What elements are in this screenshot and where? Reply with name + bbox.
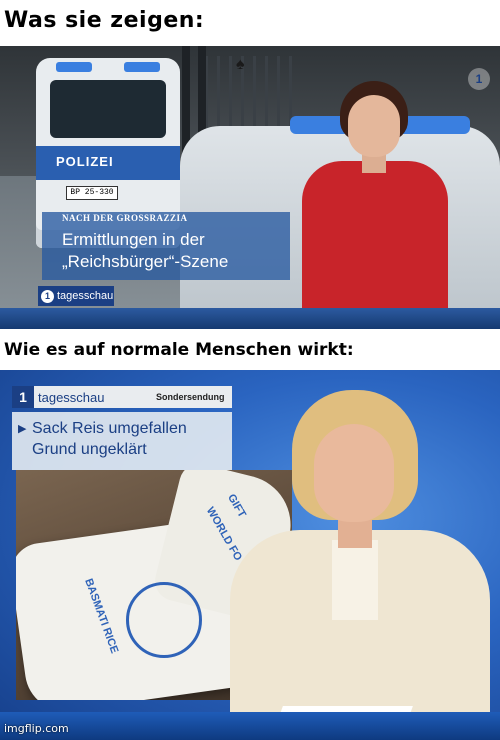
wfp-emblem-icon bbox=[126, 582, 202, 658]
anchor-face bbox=[348, 95, 400, 157]
news-anchor bbox=[302, 81, 448, 329]
headline-line-2: „Reichsbürger“-Szene bbox=[62, 252, 229, 271]
news-desk bbox=[0, 308, 500, 329]
tagesschau-logo: 1 tagesschau bbox=[38, 286, 114, 306]
brand-text: tagesschau bbox=[38, 390, 105, 405]
channel-logo-icon: 1 bbox=[468, 68, 490, 90]
news-still-reichsbuerger: ♠ POLIZEI BP 25-330 1 NACH DER GROSSRAZZ… bbox=[0, 46, 500, 329]
anchor-blouse bbox=[332, 540, 378, 620]
siren-light bbox=[56, 62, 92, 72]
headline-line-1: Sack Reis umgefallen bbox=[32, 420, 187, 437]
watermark: imgflip.com bbox=[4, 722, 69, 735]
ard-one-icon: 1 bbox=[41, 289, 54, 303]
ard-one-icon: 1 bbox=[12, 386, 34, 408]
van-label: POLIZEI bbox=[56, 154, 114, 169]
middle-caption: Wie es auf normale Menschen wirkt: bbox=[4, 340, 354, 360]
logo-text: tagesschau bbox=[57, 290, 114, 302]
top-caption: Was sie zeigen: bbox=[4, 8, 205, 33]
bullet-arrow-icon: ▶ bbox=[18, 423, 27, 435]
news-anchor bbox=[230, 390, 490, 730]
headline-kicker: NACH DER GROSSRAZZIA bbox=[62, 213, 188, 223]
van-window bbox=[50, 80, 166, 138]
headline-line-2: Grund ungeklärt bbox=[32, 441, 147, 458]
headline-line-1: Ermittlungen in der bbox=[62, 230, 205, 249]
news-still-sack-reis: 1 tagesschau Sondersendung ▶ Sack Reis u… bbox=[0, 370, 500, 740]
anchor-face bbox=[314, 424, 394, 522]
special-broadcast-badge: Sondersendung bbox=[156, 392, 225, 402]
siren-light bbox=[124, 62, 160, 72]
federal-eagle-icon: ♠ bbox=[236, 56, 245, 73]
anchor-dress bbox=[302, 161, 448, 329]
license-plate: BP 25-330 bbox=[66, 186, 118, 200]
news-desk bbox=[0, 712, 500, 740]
